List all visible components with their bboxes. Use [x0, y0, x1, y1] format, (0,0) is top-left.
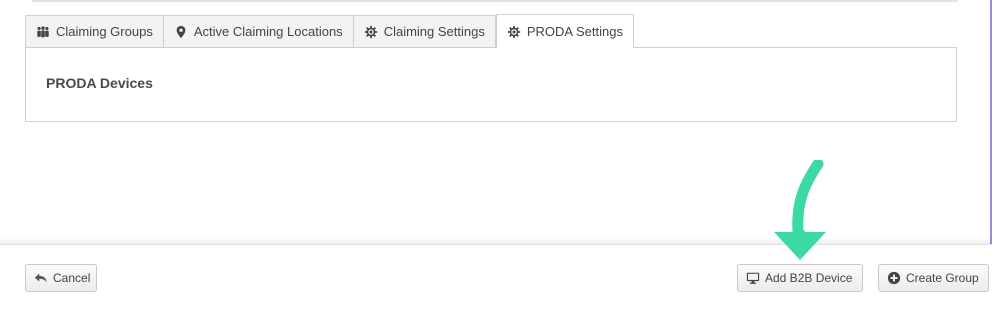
- annotation-arrow-icon: [774, 160, 826, 260]
- gear-icon: [364, 25, 378, 39]
- tab-claiming-groups[interactable]: Claiming Groups: [25, 15, 164, 47]
- cancel-label: Cancel: [53, 271, 91, 285]
- tab-claiming-settings[interactable]: Claiming Settings: [353, 15, 496, 47]
- create-group-button[interactable]: Create Group: [878, 264, 989, 292]
- proda-settings-panel: PRODA Devices: [25, 47, 957, 122]
- gear-icon: [507, 25, 521, 39]
- tab-label: Claiming Groups: [56, 24, 153, 39]
- desktop-icon: [746, 271, 760, 285]
- plus-circle-icon: [887, 271, 901, 285]
- create-group-label: Create Group: [906, 271, 979, 285]
- top-divider: [32, 0, 958, 2]
- tab-label: Active Claiming Locations: [193, 24, 343, 39]
- tab-proda-settings[interactable]: PRODA Settings: [495, 14, 634, 48]
- tab-label: PRODA Settings: [526, 24, 623, 39]
- add-b2b-label: Add B2B Device: [765, 271, 853, 285]
- group-icon: [36, 25, 50, 39]
- map-pin-icon: [174, 25, 188, 39]
- reply-icon: [34, 271, 48, 285]
- cancel-button[interactable]: Cancel: [25, 264, 97, 292]
- tab-active-claiming-locations[interactable]: Active Claiming Locations: [163, 15, 354, 47]
- tab-label: Claiming Settings: [383, 24, 485, 39]
- panel-title: PRODA Devices: [46, 75, 153, 91]
- add-b2b-device-button[interactable]: Add B2B Device: [737, 264, 863, 292]
- settings-tabs: Claiming Groups Active Claiming Location…: [25, 14, 634, 48]
